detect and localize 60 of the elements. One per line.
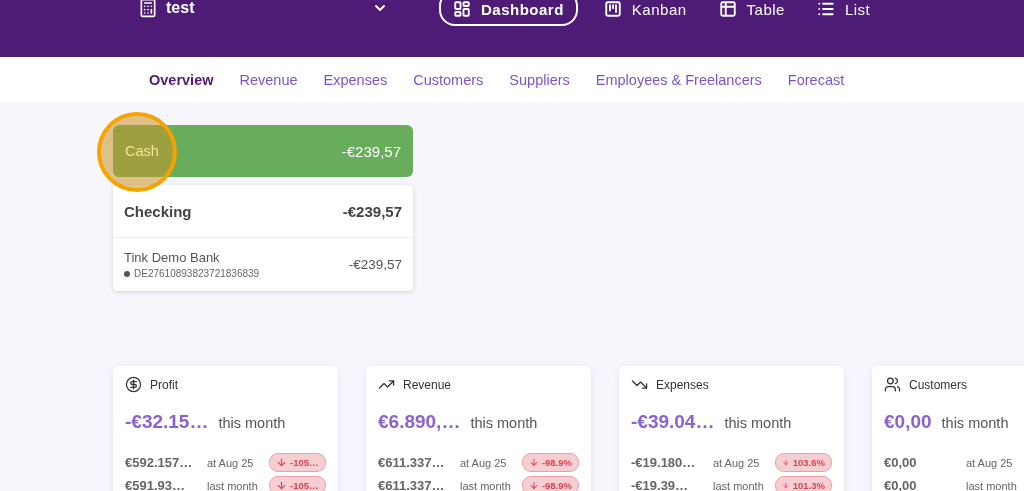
compare-value: €611.337… (378, 454, 446, 471)
table-icon (718, 0, 737, 18)
card-value: -€32.15… (125, 411, 209, 433)
card-title: Customers (909, 377, 967, 392)
compare-value: €592.157… (125, 454, 194, 471)
compare-value: €591.93… (125, 477, 186, 491)
nav-tab[interactable]: Employees & Freelancers (595, 71, 762, 88)
delta-badge: -98.9% (522, 453, 579, 472)
compare-label: last month (207, 478, 259, 491)
compare-value: -€19.39… (631, 477, 690, 491)
list-icon (816, 0, 835, 18)
account-group-amount: -€239,57 (342, 202, 402, 220)
view-tab[interactable]: Kanban (601, 0, 693, 26)
card-value: -€39.04… (631, 411, 715, 433)
period-label: this month (218, 415, 286, 431)
compare-value: €0,00 (884, 454, 918, 471)
delta-badge: -105… (269, 476, 326, 491)
compare-value: €611.337… (378, 477, 446, 491)
compare-value: €0,00 (884, 477, 918, 491)
bank-name: Tink Demo Bank (124, 250, 221, 265)
period-label: this month (724, 415, 792, 431)
period-label: this month (941, 415, 1009, 431)
delta-badge: -105… (269, 453, 326, 472)
iban-text: DE27610893823721836839 (134, 268, 260, 279)
nav-tab[interactable]: Expenses (323, 71, 388, 88)
compare-label: last month (460, 478, 512, 491)
account-group-name: Checking (124, 202, 192, 220)
users-icon (884, 376, 901, 393)
card-value: €0,00 (884, 411, 932, 433)
card-title: Expenses (656, 377, 709, 392)
compare-label: at Aug 25 (966, 455, 1014, 470)
nav-tab[interactable]: Forecast (787, 71, 845, 88)
nav-tab[interactable]: Suppliers (509, 71, 570, 88)
nav-tab[interactable]: Customers (413, 71, 484, 88)
compare-label: at Aug 25 (460, 455, 508, 470)
account-amount: -€239,57 (348, 257, 402, 272)
kanban-icon (603, 0, 622, 18)
cash-amount: -€239,57 (341, 142, 401, 160)
dashboard-icon (453, 0, 471, 18)
view-tab[interactable]: Dashboard (439, 0, 578, 26)
delta-badge: 101.3% (775, 476, 832, 491)
period-label: this month (470, 415, 538, 431)
view-tab[interactable]: Table (716, 0, 791, 26)
nav-tab[interactable]: Overview (149, 71, 214, 88)
card-value: €6.890,… (378, 411, 461, 433)
view-tab[interactable]: List (814, 0, 877, 26)
delta-badge: -98.9% (522, 476, 579, 491)
compare-label: at Aug 25 (713, 455, 761, 470)
compare-label: last month (713, 478, 765, 491)
workspace-name: test (166, 0, 196, 17)
card-title: Revenue (403, 377, 452, 392)
compare-label: last month (966, 478, 1018, 491)
compare-label: at Aug 25 (207, 455, 255, 470)
status-dot (124, 270, 130, 277)
compare-value: -€19.180… (631, 454, 697, 471)
delta-badge: 103.6% (775, 453, 832, 472)
cash-label: Cash (125, 143, 159, 159)
dollar-circle-icon (125, 376, 142, 393)
nav-tab[interactable]: Revenue (239, 71, 298, 88)
card-title: Profit (150, 377, 178, 392)
